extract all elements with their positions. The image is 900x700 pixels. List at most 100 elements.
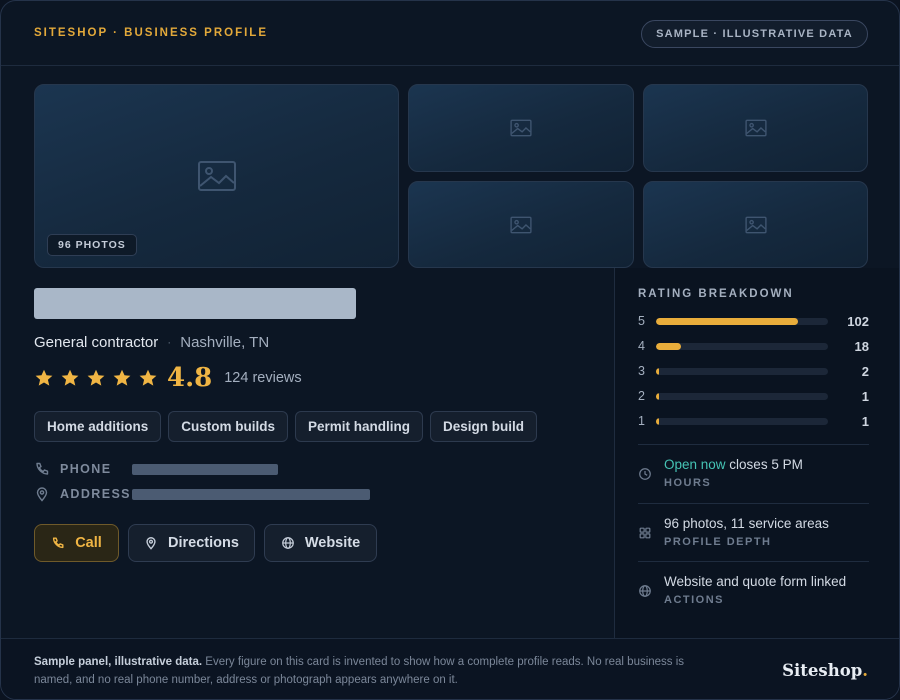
rating-count: 102 <box>847 314 869 329</box>
photo-tile[interactable] <box>408 84 634 172</box>
service-tag[interactable]: Home additions <box>34 411 162 442</box>
clock-icon <box>639 468 651 480</box>
directions-button-label: Directions <box>168 535 239 551</box>
address-value-redacted <box>132 489 370 500</box>
separator-dot: · <box>167 335 172 349</box>
phone-label: PHONE <box>60 462 112 476</box>
rating-count: 2 <box>861 364 869 379</box>
rating-star-level: 4 <box>638 339 645 353</box>
rating-bar-fill <box>656 418 659 425</box>
rating-bar-track <box>656 343 828 350</box>
star-icon <box>113 369 131 386</box>
rating-bar-track <box>656 393 828 400</box>
star-icon <box>35 369 53 386</box>
category-location-line: General contractor · Nashville, TN <box>34 332 269 352</box>
star-rating <box>34 368 164 388</box>
review-count[interactable]: 124 reviews <box>224 370 301 386</box>
phone-value-redacted <box>132 464 278 475</box>
rating-summary: 4.8 124 reviews <box>34 363 302 393</box>
rating-star-level: 3 <box>638 364 645 378</box>
divider <box>638 561 869 562</box>
phone-icon <box>53 537 64 549</box>
rating-bar-fill <box>656 318 798 325</box>
rating-bar-track <box>656 368 828 375</box>
rating-bar-row: 4 18 <box>638 339 869 354</box>
rating-star-level: 1 <box>638 414 645 428</box>
divider <box>638 503 869 504</box>
location-pin-icon <box>146 537 156 550</box>
hours-label: HOURS <box>664 477 712 489</box>
image-placeholder-icon <box>197 161 236 191</box>
address-row: ADDRESS <box>34 486 131 502</box>
image-placeholder-icon <box>510 119 532 137</box>
rating-star-level: 5 <box>638 314 645 328</box>
card-header: SITESHOP · BUSINESS PROFILE SAMPLE · ILL… <box>1 1 899 66</box>
disclaimer-bold: Sample panel, illustrative data. <box>34 656 203 668</box>
phone-row: PHONE <box>34 461 111 477</box>
sample-data-badge: SAMPLE · ILLUSTRATIVE DATA <box>641 20 868 48</box>
rating-bar-fill <box>656 393 659 400</box>
actions-label: ACTIONS <box>664 594 724 606</box>
profile-depth-label: PROFILE DEPTH <box>664 536 772 548</box>
rating-bar-fill <box>656 343 681 350</box>
rating-bar-row: 5 102 <box>638 314 869 329</box>
brand-eyebrow: SITESHOP · BUSINESS PROFILE <box>34 27 268 39</box>
photo-count-badge: 96 PHOTOS <box>47 234 137 256</box>
rating-bar-row: 32 <box>638 364 869 379</box>
rating-score: 4.8 <box>167 363 213 393</box>
siteshop-logo[interactable]: Siteshop. <box>782 661 868 680</box>
location-pin-icon <box>36 487 48 502</box>
profile-sidebar: RATING BREAKDOWN 5 102 4 18 3 2 2 1 1 1 Open now … <box>614 268 899 638</box>
disclaimer-note: Sample panel, illustrative data. Every f… <box>34 653 714 689</box>
service-tag[interactable]: Permit handling <box>295 411 424 442</box>
website-button-label: Website <box>304 535 361 551</box>
call-button-label: Call <box>75 535 102 551</box>
image-placeholder-icon <box>744 119 767 137</box>
hours-info: Open now closes 5 PM HOURS <box>638 457 869 497</box>
business-name-redacted <box>34 288 356 319</box>
grid-icon <box>639 527 651 539</box>
photo-tile[interactable] <box>643 181 868 268</box>
image-placeholder-icon <box>510 216 532 233</box>
rating-count: 1 <box>861 414 869 429</box>
card-footer: Sample panel, illustrative data. Every f… <box>1 638 899 699</box>
hours-status: Open now closes 5 PM <box>664 457 803 472</box>
rating-bar-track <box>656 318 828 325</box>
rating-count: 18 <box>854 339 869 354</box>
star-icon <box>87 369 105 386</box>
open-now-status: Open now <box>664 457 726 472</box>
profile-depth-info: 96 photos, 11 service areas PROFILE DEPT… <box>638 516 869 556</box>
photo-tile[interactable] <box>408 181 634 268</box>
image-placeholder-icon <box>744 216 767 233</box>
rating-bar-fill <box>656 368 659 375</box>
actions-text: Website and quote form linked <box>664 574 847 589</box>
service-tags: Home additions Custom builds Permit handli… <box>34 411 544 442</box>
rating-bar-track <box>656 418 828 425</box>
star-icon <box>139 369 157 386</box>
rating-breakdown-title: RATING BREAKDOWN <box>638 288 794 300</box>
service-tag[interactable]: Custom builds <box>168 411 289 442</box>
service-tag[interactable]: Design build <box>430 411 538 442</box>
business-location: Nashville, TN <box>180 333 270 351</box>
photo-tile[interactable] <box>643 84 868 172</box>
rating-bar-row: 21 <box>638 389 869 404</box>
phone-icon <box>36 462 49 475</box>
profile-depth-text: 96 photos, 11 service areas <box>664 516 829 531</box>
address-label: ADDRESS <box>60 487 131 501</box>
directions-button[interactable]: Directions <box>128 524 255 562</box>
business-profile-card: SITESHOP · BUSINESS PROFILE SAMPLE · ILL… <box>0 0 900 700</box>
call-button[interactable]: Call <box>34 524 119 562</box>
rating-count: 1 <box>861 389 869 404</box>
globe-icon <box>281 537 294 549</box>
website-button[interactable]: Website <box>264 524 377 562</box>
logo-dot: . <box>862 661 868 680</box>
actions-info: Website and quote form linked ACTIONS <box>638 574 869 614</box>
main-photo-tile[interactable]: 96 PHOTOS <box>34 84 399 268</box>
divider <box>638 444 869 445</box>
rating-bar-row: 11 <box>638 414 869 429</box>
closing-time: closes 5 PM <box>725 457 803 472</box>
business-category: General contractor <box>34 333 159 351</box>
star-icon <box>61 369 79 386</box>
globe-icon <box>639 585 651 597</box>
rating-star-level: 2 <box>638 389 645 403</box>
